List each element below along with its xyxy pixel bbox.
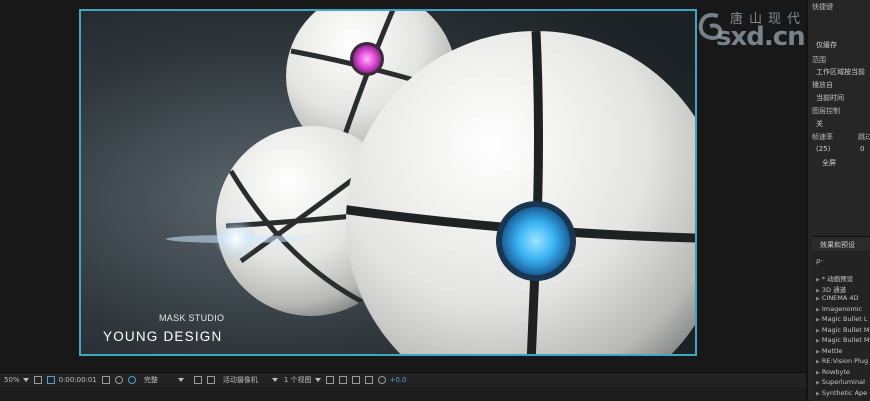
views-select[interactable]: 1 个视图 xyxy=(284,375,321,385)
cache-value[interactable]: 仅缓存 xyxy=(816,40,837,50)
exposure-value[interactable]: +0.0 xyxy=(390,376,407,384)
show-snapshot-icon[interactable] xyxy=(114,376,123,384)
effects-panel-title[interactable]: 效果和预设 xyxy=(812,237,870,251)
play-from-value[interactable]: 当前时间 xyxy=(816,93,844,103)
effect-item[interactable]: 3D 通道 xyxy=(816,284,846,294)
region-icon[interactable] xyxy=(46,376,55,384)
composition-render xyxy=(81,11,695,354)
skip-label: 跳过 xyxy=(858,133,870,141)
play-from-label: 播放自 xyxy=(812,81,833,89)
range-value[interactable]: 工作区域按当前 xyxy=(816,67,865,77)
channel-icon[interactable] xyxy=(127,376,136,384)
roi-icon[interactable] xyxy=(193,376,202,384)
timecode[interactable]: 0:00:00:01 xyxy=(59,376,97,384)
zoom-select[interactable]: 50% xyxy=(4,376,29,384)
design-title: YOUNG DESIGN xyxy=(103,329,223,344)
effect-item[interactable]: CINEMA 4D xyxy=(816,294,859,302)
image-control-value[interactable]: 关 xyxy=(816,119,823,129)
range-label: 范围 xyxy=(812,56,826,64)
effect-item[interactable]: Magic Bullet L xyxy=(816,315,868,323)
skip-value[interactable]: 0 xyxy=(860,145,864,153)
effect-item[interactable]: * 动画预设 xyxy=(816,273,853,283)
snapshot-icon[interactable] xyxy=(101,376,110,384)
status-strip xyxy=(0,387,806,400)
frame-rate-value[interactable]: (25) xyxy=(816,145,830,153)
effect-item[interactable]: Magic Bullet M xyxy=(816,336,870,344)
exposure-reset-icon[interactable] xyxy=(377,376,386,384)
composition-frame[interactable]: MASK STUDIO YOUNG DESIGN xyxy=(79,9,697,356)
fullscreen-checkbox[interactable]: 全屏 xyxy=(822,158,836,168)
composition-viewer[interactable]: MASK STUDIO YOUNG DESIGN 唐山现代 sxd.cn xyxy=(0,0,806,372)
viewer-toolbar: 50% 0:00:00:01 完整 活动摄像机 1 个视图 +0.0 xyxy=(0,372,806,387)
resolution-select[interactable]: 完整 xyxy=(144,375,184,385)
camera-select[interactable]: 活动摄像机 xyxy=(223,375,278,385)
effect-item[interactable]: Imagenomic xyxy=(816,305,862,313)
watermark-en: sxd.cn xyxy=(716,22,806,52)
effect-item[interactable]: Synthetic Ape xyxy=(816,389,867,397)
studio-label: MASK STUDIO xyxy=(159,313,225,323)
effect-item[interactable]: RE:Vision Plug xyxy=(816,357,868,365)
effect-item[interactable]: Magic Bullet M xyxy=(816,326,870,334)
transparency-grid-icon[interactable] xyxy=(206,376,215,384)
effects-search-input[interactable]: ρ- xyxy=(816,257,868,267)
shortcut-label: 快捷键 xyxy=(812,3,833,11)
effect-item[interactable]: Rowbyte xyxy=(816,368,850,376)
image-control-label: 图层控制 xyxy=(812,107,840,115)
toggle-pixel-aspect-icon[interactable] xyxy=(325,376,334,384)
fast-preview-icon[interactable] xyxy=(338,376,347,384)
effect-item[interactable]: Mettle xyxy=(816,347,843,355)
safe-zones-icon[interactable] xyxy=(33,376,42,384)
effects-presets-panel: 效果和预设 ρ- * 动画预设 3D 通道 CINEMA 4D Imagenom… xyxy=(812,236,870,401)
timeline-icon[interactable] xyxy=(351,376,360,384)
frame-rate-label: 帧速率 xyxy=(812,133,833,141)
flowchart-icon[interactable] xyxy=(364,376,373,384)
effect-item[interactable]: Superluminal xyxy=(816,378,865,386)
